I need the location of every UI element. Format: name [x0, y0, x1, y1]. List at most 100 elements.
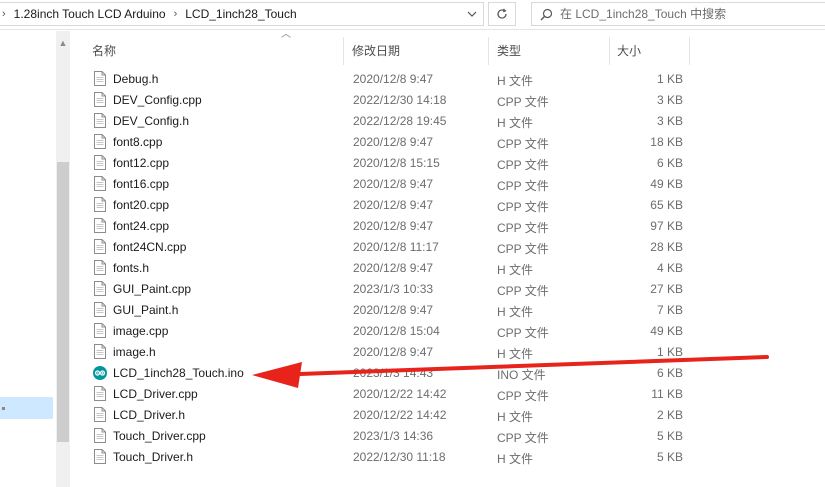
file-name: LCD_Driver.cpp [113, 387, 198, 401]
file-name: Debug.h [113, 72, 159, 86]
refresh-button[interactable] [488, 2, 516, 26]
breadcrumb-item-current[interactable]: LCD_1inch28_Touch [185, 7, 296, 21]
file-icon [94, 176, 106, 191]
column-header-name[interactable]: 名称 [92, 42, 116, 59]
file-modified-date: 2020/12/8 11:17 [353, 240, 439, 254]
file-row[interactable]: LCD_1inch28_Touch.ino 2023/1/3 14:43 INO 文… [90, 362, 690, 383]
file-icon [94, 386, 106, 401]
column-divider[interactable] [609, 37, 610, 65]
toolbar: › 1.28inch Touch LCD Arduino › LCD_1inch… [0, 0, 825, 30]
file-size: 6 KB [656, 366, 683, 380]
file-size: 49 KB [650, 177, 683, 191]
file-name: font24CN.cpp [113, 240, 187, 254]
file-icon [94, 407, 106, 422]
file-type: CPP 文件 [497, 95, 549, 109]
file-modified-date: 2020/12/8 15:04 [353, 324, 440, 338]
file-row[interactable]: font12.cpp 2020/12/8 15:15 CPP 文件 6 KB [90, 152, 690, 173]
column-header-modified[interactable]: 修改日期 [352, 42, 400, 59]
file-modified-date: 2022/12/30 14:18 [353, 93, 447, 107]
navigation-item-selected[interactable] [0, 397, 53, 419]
file-row[interactable]: font24.cpp 2020/12/8 9:47 CPP 文件 97 KB [90, 215, 690, 236]
file-row[interactable]: Touch_Driver.h 2022/12/30 11:18 H 文件 5 KB [90, 446, 690, 467]
file-type: H 文件 [497, 263, 534, 277]
file-name: font20.cpp [113, 198, 170, 212]
file-type: CPP 文件 [497, 158, 549, 172]
file-row[interactable]: GUI_Paint.h 2020/12/8 9:47 H 文件 7 KB [90, 299, 690, 320]
column-divider[interactable] [488, 37, 489, 65]
file-icon [94, 71, 106, 86]
address-bar[interactable]: › 1.28inch Touch LCD Arduino › LCD_1inch… [0, 2, 484, 26]
file-type: H 文件 [497, 347, 534, 361]
scroll-up-icon[interactable]: ▲ [56, 36, 70, 50]
file-row[interactable]: fonts.h 2020/12/8 9:47 H 文件 4 KB [90, 257, 690, 278]
column-divider[interactable] [343, 37, 344, 65]
column-header-size[interactable]: 大小 [617, 42, 641, 59]
file-row[interactable]: font8.cpp 2020/12/8 9:47 CPP 文件 18 KB [90, 131, 690, 152]
file-type: CPP 文件 [497, 137, 549, 151]
file-modified-date: 2020/12/8 9:47 [353, 303, 434, 317]
file-row[interactable]: GUI_Paint.cpp 2023/1/3 10:33 CPP 文件 27 KB [90, 278, 690, 299]
file-icon [94, 239, 106, 254]
file-icon [94, 197, 106, 212]
file-modified-date: 2020/12/8 9:47 [353, 72, 434, 86]
search-box[interactable] [531, 2, 825, 26]
file-name: LCD_Driver.h [113, 408, 186, 422]
file-name: Touch_Driver.h [113, 450, 194, 464]
column-divider[interactable] [689, 37, 690, 65]
breadcrumb-chevron-icon[interactable]: › [2, 8, 6, 20]
file-modified-date: 2023/1/3 14:36 [353, 429, 434, 443]
file-type: H 文件 [497, 305, 534, 319]
file-row[interactable]: font16.cpp 2020/12/8 9:47 CPP 文件 49 KB [90, 173, 690, 194]
file-row[interactable]: font24CN.cpp 2020/12/8 11:17 CPP 文件 28 KB [90, 236, 690, 257]
file-row[interactable]: DEV_Config.h 2022/12/28 19:45 H 文件 3 KB [90, 110, 690, 131]
file-size: 4 KB [656, 261, 683, 275]
file-row[interactable]: DEV_Config.cpp 2022/12/30 14:18 CPP 文件 3 KB [90, 89, 690, 110]
file-name: Touch_Driver.cpp [113, 429, 206, 443]
file-icon [94, 281, 106, 296]
file-row[interactable]: LCD_Driver.h 2020/12/22 14:42 H 文件 2 KB [90, 404, 690, 425]
search-input[interactable] [560, 7, 810, 21]
file-row[interactable]: Debug.h 2020/12/8 9:47 H 文件 1 KB [90, 68, 690, 89]
breadcrumb-item-parent[interactable]: 1.28inch Touch LCD Arduino [14, 7, 166, 21]
file-name: DEV_Config.h [113, 114, 190, 128]
file-row[interactable]: image.cpp 2020/12/8 15:04 CPP 文件 49 KB [90, 320, 690, 341]
file-icon [94, 302, 106, 317]
column-header-type[interactable]: 类型 [497, 42, 521, 59]
file-size: 49 KB [650, 324, 683, 338]
search-icon [532, 8, 560, 21]
file-type: CPP 文件 [497, 284, 549, 298]
file-name: font12.cpp [113, 156, 170, 170]
breadcrumb-chevron-icon[interactable]: › [174, 8, 178, 20]
file-name: image.cpp [113, 324, 169, 338]
file-icon [94, 428, 106, 443]
file-row[interactable]: Touch_Driver.cpp 2023/1/3 14:36 CPP 文件 5 KB [90, 425, 690, 446]
file-size: 5 KB [656, 450, 683, 464]
file-icon [94, 260, 106, 275]
file-name: image.h [113, 345, 156, 359]
file-row[interactable]: image.h 2020/12/8 9:47 H 文件 1 KB [90, 341, 690, 362]
file-row[interactable]: font20.cpp 2020/12/8 9:47 CPP 文件 65 KB [90, 194, 690, 215]
file-type: CPP 文件 [497, 242, 549, 256]
file-name: DEV_Config.cpp [113, 93, 202, 107]
file-icon [94, 218, 106, 233]
tree-expand-icon[interactable] [2, 407, 5, 410]
file-icon [94, 344, 106, 359]
file-modified-date: 2022/12/30 11:18 [353, 450, 446, 464]
file-modified-date: 2020/12/8 9:47 [353, 261, 434, 275]
navigation-scrollbar-thumb[interactable] [57, 162, 69, 442]
file-icon [94, 92, 106, 107]
address-history-dropdown-icon[interactable] [460, 3, 484, 25]
file-size: 3 KB [656, 114, 683, 128]
file-modified-date: 2020/12/8 9:47 [353, 177, 434, 191]
file-row[interactable]: LCD_Driver.cpp 2020/12/22 14:42 CPP 文件 11 K… [90, 383, 690, 404]
file-size: 97 KB [650, 219, 683, 233]
file-modified-date: 2020/12/8 9:47 [353, 198, 434, 212]
file-modified-date: 2023/1/3 14:43 [353, 366, 434, 380]
file-modified-date: 2020/12/8 9:47 [353, 135, 434, 149]
column-header-row: ︿ 名称 修改日期 类型 大小 [70, 30, 825, 65]
file-name: font16.cpp [113, 177, 170, 191]
file-modified-date: 2020/12/8 9:47 [353, 345, 434, 359]
file-size: 3 KB [656, 93, 683, 107]
file-modified-date: 2020/12/8 9:47 [353, 219, 434, 233]
file-size: 6 KB [656, 156, 683, 170]
